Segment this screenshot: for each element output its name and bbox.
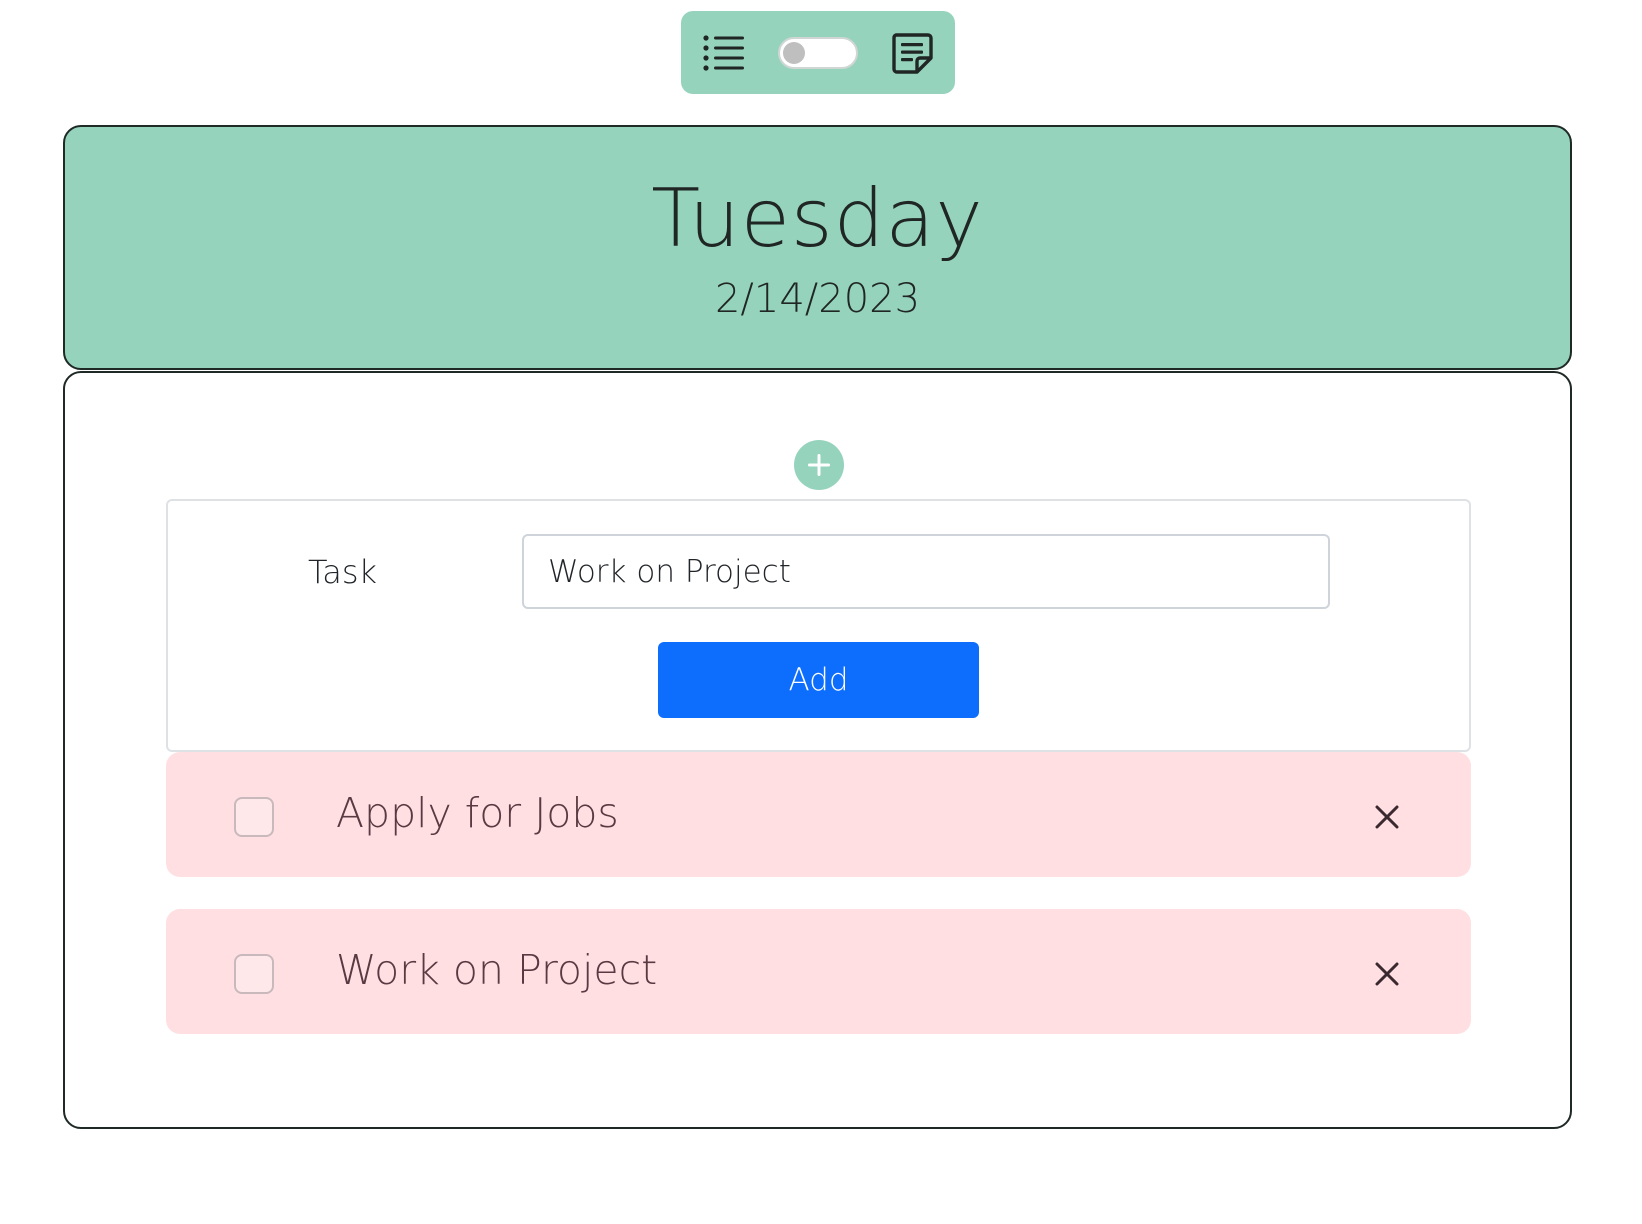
close-icon[interactable]	[1367, 797, 1407, 837]
day-header: Tuesday 2/14/2023	[63, 125, 1572, 370]
list-icon[interactable]	[701, 30, 747, 76]
task-checkbox[interactable]	[234, 954, 274, 994]
close-icon[interactable]	[1367, 954, 1407, 994]
add-task-toggle-button[interactable]	[794, 440, 844, 490]
task-label: Task	[308, 553, 378, 591]
task-card: Task Add Apply for Jobs Work on Project	[63, 371, 1572, 1129]
day-title: Tuesday	[651, 172, 984, 265]
task-text: Work on Project	[336, 946, 658, 994]
task-text: Apply for Jobs	[336, 789, 619, 837]
add-button[interactable]: Add	[658, 642, 979, 718]
task-checkbox[interactable]	[234, 797, 274, 837]
add-task-form: Task Add	[166, 499, 1471, 752]
task-input[interactable]	[522, 534, 1330, 609]
task-item: Work on Project	[166, 909, 1471, 1034]
view-toggle-switch[interactable]	[778, 36, 858, 69]
task-item: Apply for Jobs	[166, 752, 1471, 877]
day-date: 2/14/2023	[714, 276, 921, 322]
toggle-knob	[783, 41, 805, 64]
view-toolbar	[681, 11, 955, 94]
sticky-note-icon[interactable]	[889, 30, 935, 76]
plus-icon	[808, 454, 830, 476]
